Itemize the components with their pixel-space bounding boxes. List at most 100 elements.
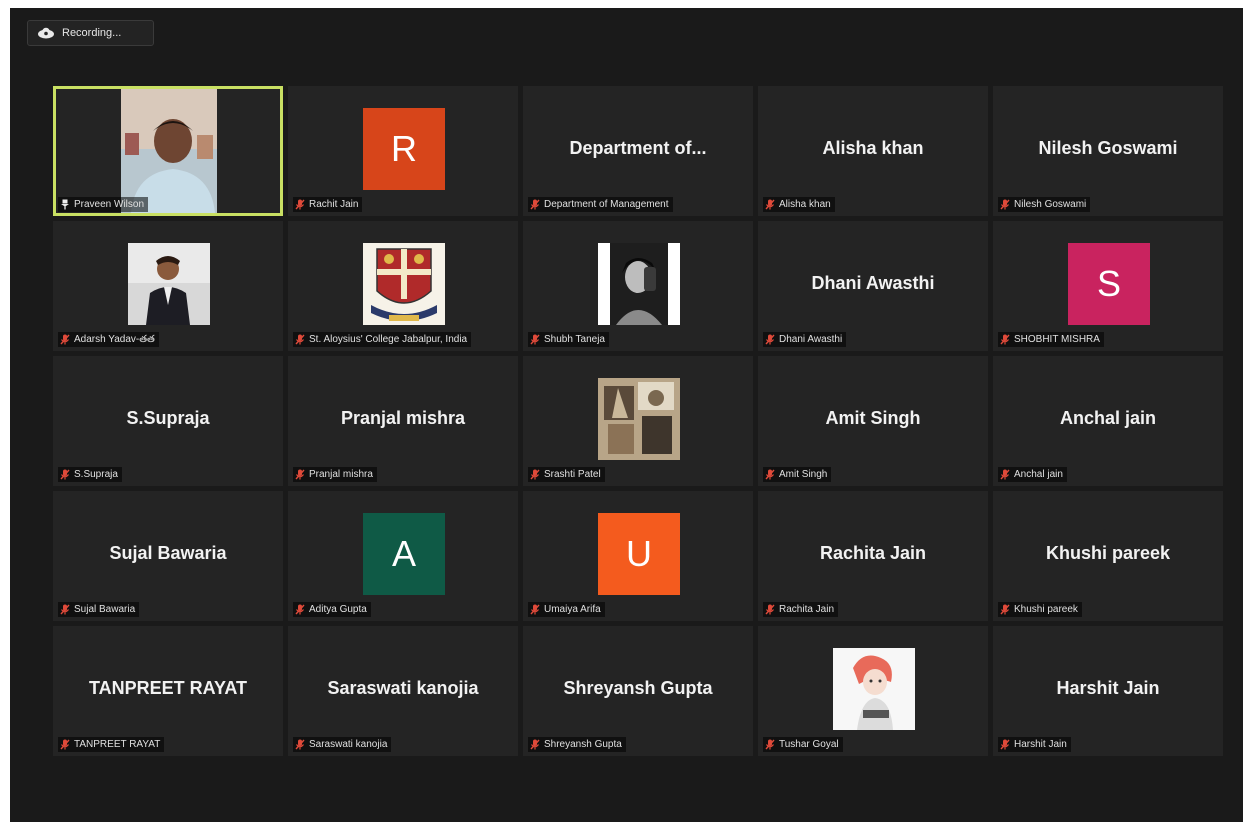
participant-name-label: Harshit Jain xyxy=(1014,739,1067,750)
participant-display-name: Rachita Jain xyxy=(819,543,927,563)
participant-tile-khushi-pareek[interactable]: Khushi pareek Khushi pareek xyxy=(993,491,1223,621)
avatar: R xyxy=(363,108,445,190)
participant-name-label: Alisha khan xyxy=(779,199,831,210)
participant-tile-shreyansh-gupta[interactable]: Shreyansh Gupta Shreyansh Gupta xyxy=(523,626,753,756)
participant-display-name: S.Supraja xyxy=(126,408,210,428)
participant-name-label: Pranjal mishra xyxy=(309,469,373,480)
participant-tile-harshit-jain[interactable]: Harshit Jain Harshit Jain xyxy=(993,626,1223,756)
profile-picture xyxy=(363,243,445,325)
avatar: A xyxy=(363,513,445,595)
participant-display-name: TANPREET RAYAT xyxy=(88,678,248,698)
participant-name-label: Adarsh Yadav-తత xyxy=(74,333,155,345)
mic-muted-icon xyxy=(530,739,540,750)
participant-tile-dhani-awasthi[interactable]: Dhani Awasthi Dhani Awasthi xyxy=(758,221,988,351)
profile-picture xyxy=(833,648,915,730)
participant-tile-sujal-bawaria[interactable]: Sujal Bawaria Sujal Bawaria xyxy=(53,491,283,621)
participant-name-label: Amit Singh xyxy=(779,469,828,480)
participant-tile-pranjal-mishra[interactable]: Pranjal mishra Pranjal mishra xyxy=(288,356,518,486)
participant-tile-rachita-jain[interactable]: Rachita Jain Rachita Jain xyxy=(758,491,988,621)
mic-muted-icon xyxy=(295,199,305,210)
participant-name-label: Rachit Jain xyxy=(309,199,359,210)
participant-name-tag: Anchal jain xyxy=(998,467,1067,482)
participant-name-tag: Harshit Jain xyxy=(998,737,1071,752)
participant-name-tag: Aditya Gupta xyxy=(293,602,371,617)
profile-picture xyxy=(128,243,210,325)
mic-muted-icon xyxy=(530,334,540,345)
participant-name-label: Sujal Bawaria xyxy=(74,604,136,615)
participant-tile-praveen-wilson[interactable]: Praveen Wilson xyxy=(53,86,283,216)
mic-muted-icon xyxy=(765,739,775,750)
meeting-window: Recording... Praveen Wilson R Rachit Jain D… xyxy=(10,8,1243,822)
participant-tile-srashti-patel[interactable]: Srashti Patel xyxy=(523,356,753,486)
mic-muted-icon xyxy=(765,334,775,345)
participant-name-tag: Alisha khan xyxy=(763,197,835,212)
participant-name-label: Aditya Gupta xyxy=(309,604,367,615)
avatar: S xyxy=(1068,243,1150,325)
participant-display-name: Department of... xyxy=(569,138,707,158)
participant-name-label: Shreyansh Gupta xyxy=(544,739,622,750)
participant-tile-alisha-khan[interactable]: Alisha khan Alisha khan xyxy=(758,86,988,216)
participant-name-tag: Department of Management xyxy=(528,197,673,212)
cloud-icon xyxy=(38,27,54,39)
mic-muted-icon xyxy=(60,739,70,750)
avatar: U xyxy=(598,513,680,595)
mic-muted-icon xyxy=(530,199,540,210)
participant-tile-amit-singh[interactable]: Amit Singh Amit Singh xyxy=(758,356,988,486)
participant-name-label: TANPREET RAYAT xyxy=(74,739,161,750)
mic-muted-icon xyxy=(1000,199,1010,210)
participant-name-label: Dhani Awasthi xyxy=(779,334,843,345)
mic-muted-icon xyxy=(1000,469,1010,480)
participant-tile-rachit-jain[interactable]: R Rachit Jain xyxy=(288,86,518,216)
participant-name-tag: Dhani Awasthi xyxy=(763,332,847,347)
participant-name-tag: St. Aloysius' College Jabalpur, India xyxy=(293,332,472,347)
participant-display-name: Sujal Bawaria xyxy=(109,543,227,563)
participant-name-label: Praveen Wilson xyxy=(74,199,145,210)
participant-name-tag: Umaiya Arifa xyxy=(528,602,605,617)
mic-muted-icon xyxy=(60,334,70,345)
mic-muted-icon xyxy=(765,604,775,615)
mic-muted-icon xyxy=(295,469,305,480)
participant-tile-s-supraja[interactable]: S.Supraja S.Supraja xyxy=(53,356,283,486)
participant-name-tag: Pranjal mishra xyxy=(293,467,377,482)
recording-indicator[interactable]: Recording... xyxy=(27,20,154,46)
mic-muted-icon xyxy=(60,469,70,480)
participant-tile-nilesh-goswami[interactable]: Nilesh Goswami Nilesh Goswami xyxy=(993,86,1223,216)
video-feed xyxy=(121,89,217,213)
profile-picture xyxy=(598,243,680,325)
participant-display-name: Harshit Jain xyxy=(1056,678,1160,698)
participant-tile-adarsh-yadav[interactable]: Adarsh Yadav-తత xyxy=(53,221,283,351)
participant-tile-umaiya-arifa[interactable]: U Umaiya Arifa xyxy=(523,491,753,621)
participant-display-name: Shreyansh Gupta xyxy=(563,678,713,698)
mic-muted-icon xyxy=(530,604,540,615)
mic-muted-icon xyxy=(1000,334,1010,345)
participant-tile-tushar-goyal[interactable]: Tushar Goyal xyxy=(758,626,988,756)
mic-muted-icon xyxy=(295,604,305,615)
participant-name-label: Srashti Patel xyxy=(544,469,601,480)
participant-tile-tanpreet-rayat[interactable]: TANPREET RAYAT TANPREET RAYAT xyxy=(53,626,283,756)
participant-name-tag: Rachit Jain xyxy=(293,197,363,212)
participant-tile-anchal-jain[interactable]: Anchal jain Anchal jain xyxy=(993,356,1223,486)
participant-tile-department-of-management[interactable]: Department of... Department of Management xyxy=(523,86,753,216)
participant-name-label: Khushi pareek xyxy=(1014,604,1078,615)
participant-name-tag: S.Supraja xyxy=(58,467,122,482)
participant-tile-saraswati-kanojia[interactable]: Saraswati kanojia Saraswati kanojia xyxy=(288,626,518,756)
mic-muted-icon xyxy=(295,739,305,750)
participant-name-label: Nilesh Goswami xyxy=(1014,199,1087,210)
mic-muted-icon xyxy=(765,199,775,210)
participant-tile-st-aloysius-college-jabalpur-india[interactable]: St. Aloysius' College Jabalpur, India xyxy=(288,221,518,351)
participant-tile-aditya-gupta[interactable]: A Aditya Gupta xyxy=(288,491,518,621)
participant-name-tag: Amit Singh xyxy=(763,467,832,482)
profile-picture xyxy=(598,378,680,460)
participant-name-tag: SHOBHIT MISHRA xyxy=(998,332,1104,347)
participant-name-tag: Praveen Wilson xyxy=(58,197,149,212)
participant-tile-shobhit-mishra[interactable]: S SHOBHIT MISHRA xyxy=(993,221,1223,351)
participant-display-name: Pranjal mishra xyxy=(340,408,466,428)
participant-tile-shubh-taneja[interactable]: Shubh Taneja xyxy=(523,221,753,351)
participant-name-tag: Rachita Jain xyxy=(763,602,839,617)
participant-name-label: Rachita Jain xyxy=(779,604,835,615)
mic-muted-icon xyxy=(1000,739,1010,750)
participant-display-name: Nilesh Goswami xyxy=(1038,138,1178,158)
participant-name-tag: Saraswati kanojia xyxy=(293,737,392,752)
participant-display-name: Khushi pareek xyxy=(1045,543,1171,563)
pin-icon xyxy=(61,199,69,210)
